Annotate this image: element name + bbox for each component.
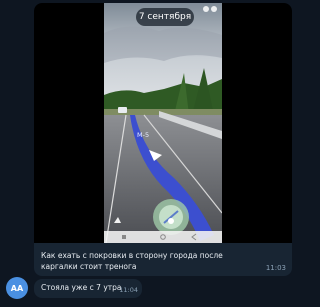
- navigation-screenshot: М-5: [104, 3, 222, 243]
- media-message[interactable]: М-5 Как ехать с покровки в сторону город…: [34, 3, 292, 276]
- avatar[interactable]: АА: [6, 277, 28, 299]
- message-caption: Как ехать с покровки в сторону города по…: [41, 251, 223, 271]
- message-time: 11:03: [265, 264, 286, 272]
- map-route-label: М-5: [137, 131, 149, 139]
- message-text: Стояла уже с 7 утра: [41, 283, 122, 292]
- video-thumbnail[interactable]: М-5: [34, 3, 292, 243]
- date-separator: 7 сентября: [136, 8, 194, 26]
- text-message[interactable]: Стояла уже с 7 утра 11:04: [34, 279, 142, 298]
- message-time: 11:04: [119, 286, 138, 294]
